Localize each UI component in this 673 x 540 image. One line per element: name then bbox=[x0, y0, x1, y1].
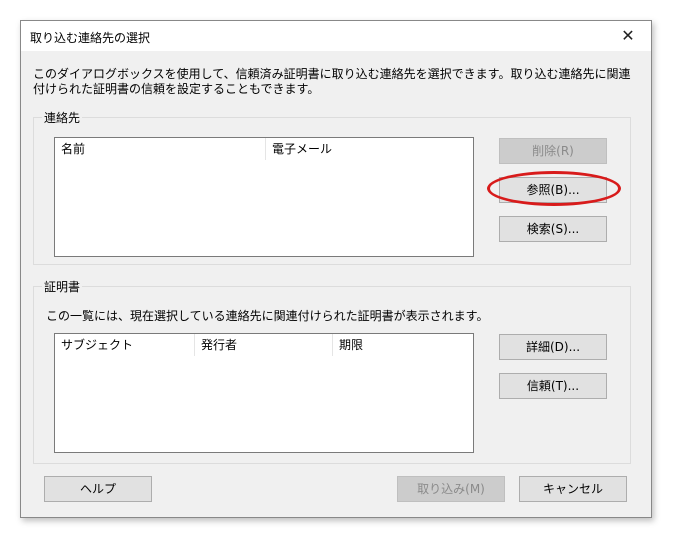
contacts-list[interactable]: 名前 電子メール bbox=[54, 137, 474, 257]
help-button[interactable]: ヘルプ bbox=[44, 476, 152, 502]
certificates-note: この一覧には、現在選択している連絡先に関連付けられた証明書が表示されます。 bbox=[46, 309, 489, 323]
import-contacts-dialog: 取り込む連絡先の選択 ✕ このダイアログボックスを使用して、信頼済み証明書に取り… bbox=[20, 20, 652, 518]
close-icon[interactable]: ✕ bbox=[605, 21, 651, 51]
browse-button[interactable]: 参照(B)... bbox=[499, 177, 607, 203]
certificates-group-label: 証明書 bbox=[42, 278, 83, 295]
search-button[interactable]: 検索(S)... bbox=[499, 216, 607, 242]
delete-button[interactable]: 削除(R) bbox=[499, 138, 607, 164]
cancel-button[interactable]: キャンセル bbox=[519, 476, 627, 502]
dialog-description: このダイアログボックスを使用して、信頼済み証明書に取り込む連絡先を選択できます。… bbox=[33, 67, 631, 96]
dialog-title: 取り込む連絡先の選択 bbox=[30, 31, 151, 45]
contacts-group: 連絡先 名前 電子メール 削除(R) 参照(B)... 検索(S)... bbox=[33, 109, 631, 265]
title-bar: 取り込む連絡先の選択 ✕ bbox=[21, 21, 651, 51]
column-header-expiration[interactable]: 期限 bbox=[333, 334, 473, 356]
import-button[interactable]: 取り込み(M) bbox=[397, 476, 505, 502]
column-header-name[interactable]: 名前 bbox=[55, 138, 266, 160]
certificates-group: 証明書 この一覧には、現在選択している連絡先に関連付けられた証明書が表示されます… bbox=[33, 278, 631, 464]
certificates-list[interactable]: サブジェクト 発行者 期限 bbox=[54, 333, 474, 453]
trust-button[interactable]: 信頼(T)... bbox=[499, 373, 607, 399]
contacts-group-label: 連絡先 bbox=[42, 109, 83, 126]
column-header-issuer[interactable]: 発行者 bbox=[195, 334, 333, 356]
column-header-subject[interactable]: サブジェクト bbox=[55, 334, 195, 356]
details-button[interactable]: 詳細(D)... bbox=[499, 334, 607, 360]
column-header-email[interactable]: 電子メール bbox=[266, 138, 473, 160]
